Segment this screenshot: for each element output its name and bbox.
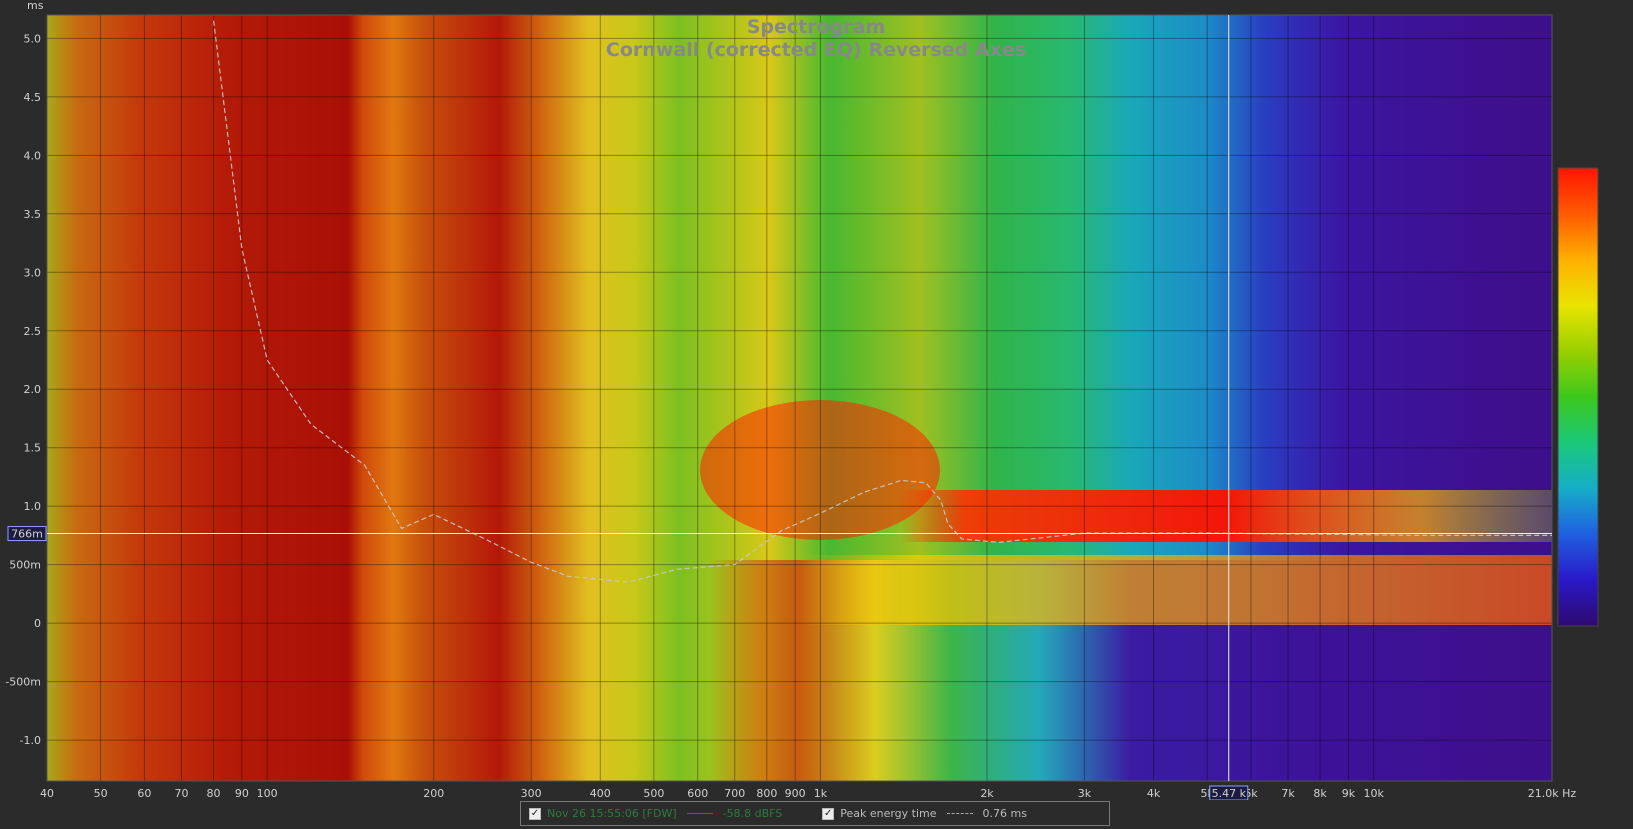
y-tick-label: -500m: [5, 676, 41, 689]
legend-peak-value: 0.76 ms: [982, 807, 1027, 820]
x-tick-label: 900: [785, 787, 806, 800]
legend-peak-label: Peak energy time: [840, 807, 937, 820]
x-tick-label: 3k: [1078, 787, 1092, 800]
y-tick-label: 4.5: [24, 91, 42, 104]
y-tick-label: -1.0: [20, 734, 41, 747]
legend-checkbox-peak[interactable]: ✓: [822, 807, 835, 820]
x-tick-label: 80: [207, 787, 221, 800]
x-tick-label: 2k: [980, 787, 994, 800]
y-tick-label: 500m: [9, 559, 41, 572]
y-tick-label: 3.0: [24, 266, 42, 279]
legend-measurement-swatch: [686, 813, 713, 814]
x-tick-label: 9k: [1342, 787, 1356, 800]
legend-measurement-label: Nov 26 15:55:06 [FDW]: [547, 807, 677, 820]
chart-title: Spectrogram: [747, 16, 886, 38]
spectrogram-heatmap: [47, 15, 1552, 781]
x-tick-label: 60: [137, 787, 151, 800]
y-tick-label: 4.0: [24, 149, 42, 162]
legend-peak-swatch: [946, 813, 973, 814]
y-tick-label: 3.5: [24, 208, 42, 221]
spectrogram-chart: -57-59-63-67-71-75-79-83-87-91-95-97: [5, 0, 1599, 800]
x-tick-label: 200: [423, 787, 444, 800]
x-tick-label: 90: [235, 787, 249, 800]
x-tick-label: 10k: [1364, 787, 1385, 800]
x-tick-label: 4k: [1147, 787, 1161, 800]
chart-subtitle: Cornwall (corrected EQ) Reversed Axes: [606, 39, 1026, 61]
legend-measurement-value: -58.8 dBFS: [722, 807, 783, 820]
heatmap-zero-ridge: [800, 555, 1552, 625]
heatmap-main-ridge: [900, 490, 1552, 542]
x-tick-label: 300: [521, 787, 542, 800]
y-tick-label: 1.0: [24, 500, 42, 513]
x-axis-ticks: 40 50 60 70 80 90 100 200 300 400 500 600 700 800 900 1…: [40, 787, 1576, 800]
x-tick-label: 600: [687, 787, 708, 800]
cursor-freq-label: 5.47 k: [1212, 787, 1247, 800]
x-tick-label: 8k: [1313, 787, 1327, 800]
x-tick-label: 50: [94, 787, 108, 800]
colorbar-gradient: [1557, 167, 1599, 627]
x-tick-label: 40: [40, 787, 54, 800]
x-tick-label: 400: [590, 787, 611, 800]
x-tick-label: 21.0k Hz: [1528, 787, 1577, 800]
y-tick-label: 2.0: [24, 383, 42, 396]
y-axis-ticks: -1.0 -500m 0 500m 1.0 1.5 2.0 2.5 3.0 3.5 4.0 4.5 5.…: [5, 32, 41, 747]
y-axis-unit: ms: [27, 0, 44, 12]
y-tick-label: 2.5: [24, 325, 42, 338]
x-tick-label: 7k: [1281, 787, 1295, 800]
x-tick-label: 800: [756, 787, 777, 800]
x-tick-label: 500: [643, 787, 664, 800]
colorbar: [1557, 167, 1599, 627]
y-tick-label: 0: [34, 617, 41, 630]
y-tick-label: 5.0: [24, 32, 42, 45]
x-tick-label: 70: [174, 787, 188, 800]
y-tick-label: 1.5: [24, 442, 42, 455]
x-tick-label: 700: [724, 787, 745, 800]
cursor-time-label: 766m: [11, 528, 43, 541]
legend-bar: ✓ Nov 26 15:55:06 [FDW] -58.8 dBFS ✓ Pea…: [520, 801, 1110, 826]
x-tick-label: 100: [257, 787, 278, 800]
x-tick-label: 1k: [814, 787, 828, 800]
legend-checkbox-measurement[interactable]: ✓: [529, 807, 541, 820]
